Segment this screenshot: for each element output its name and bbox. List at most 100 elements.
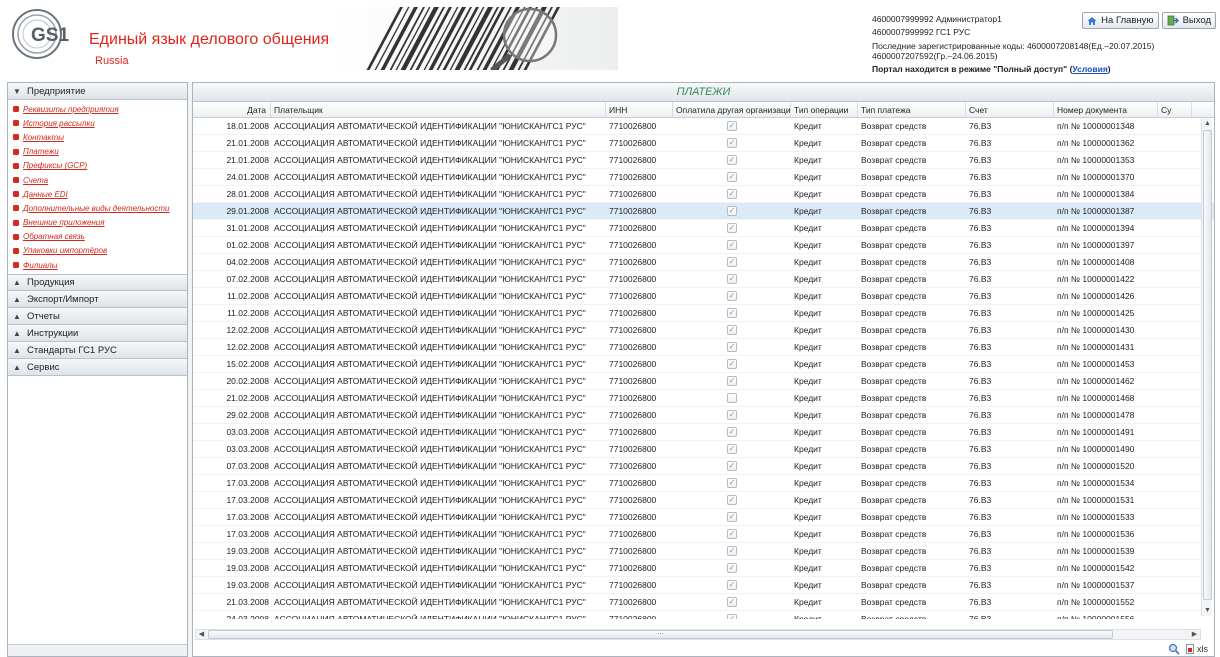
other-org-checkbox[interactable]: ✓ [727, 427, 737, 437]
sidebar-item-importer-packaging[interactable]: Упаковки импортёров [8, 244, 187, 258]
other-org-checkbox[interactable]: ✓ [727, 189, 737, 199]
table-row[interactable]: 17.03.2008 АССОЦИАЦИЯ АВТОМАТИЧЕСКОЙ ИДЕН… [193, 492, 1214, 509]
other-org-checkbox[interactable]: ✓ [727, 223, 737, 233]
other-org-checkbox[interactable]: ✓ [727, 546, 737, 556]
other-org-checkbox[interactable]: ✓ [727, 291, 737, 301]
table-row[interactable]: 24.01.2008 АССОЦИАЦИЯ АВТОМАТИЧЕСКОЙ ИДЕН… [193, 169, 1214, 186]
other-org-checkbox[interactable]: ✓ [727, 444, 737, 454]
column-header-payment-type[interactable]: Тип платежа [858, 102, 966, 117]
sidebar-section-service[interactable]: ▲ Сервис [8, 359, 187, 377]
sidebar-item-requisites[interactable]: Реквизиты предприятия [8, 102, 187, 116]
table-row[interactable]: 07.03.2008 АССОЦИАЦИЯ АВТОМАТИЧЕСКОЙ ИДЕН… [193, 458, 1214, 475]
scrollbar-thumb[interactable]: ⋯ [208, 630, 1113, 639]
table-row[interactable]: 04.02.2008 АССОЦИАЦИЯ АВТОМАТИЧЕСКОЙ ИДЕН… [193, 254, 1214, 271]
column-header-document[interactable]: Номер документа [1054, 102, 1158, 117]
table-row[interactable]: 19.03.2008 АССОЦИАЦИЯ АВТОМАТИЧЕСКОЙ ИДЕН… [193, 577, 1214, 594]
other-org-checkbox[interactable]: ✓ [727, 614, 737, 619]
other-org-checkbox[interactable]: ✓ [727, 342, 737, 352]
sidebar-item-branches[interactable]: Филиалы [8, 258, 187, 272]
table-row[interactable]: 17.03.2008 АССОЦИАЦИЯ АВТОМАТИЧЕСКОЙ ИДЕН… [193, 475, 1214, 492]
table-row[interactable]: 29.02.2008 АССОЦИАЦИЯ АВТОМАТИЧЕСКОЙ ИДЕН… [193, 407, 1214, 424]
search-icon[interactable] [1168, 643, 1180, 655]
other-org-checkbox[interactable]: ✓ [727, 325, 737, 335]
other-org-checkbox[interactable] [727, 393, 737, 403]
export-xls-button[interactable]: xls [1186, 644, 1208, 654]
scroll-up-icon[interactable]: ▲ [1202, 118, 1213, 129]
column-header-inn[interactable]: ИНН [606, 102, 673, 117]
exit-button[interactable]: Выход [1161, 12, 1216, 29]
sidebar-section-export-import[interactable]: ▲ Экспорт/Импорт [8, 291, 187, 309]
sidebar-item-payments[interactable]: Платежи [8, 145, 187, 159]
other-org-checkbox[interactable]: ✓ [727, 240, 737, 250]
conditions-link[interactable]: Условия [1072, 64, 1107, 74]
table-row[interactable]: 03.03.2008 АССОЦИАЦИЯ АВТОМАТИЧЕСКОЙ ИДЕН… [193, 441, 1214, 458]
home-button[interactable]: На Главную [1082, 12, 1159, 29]
column-header-sum[interactable]: Су [1158, 102, 1192, 117]
table-row[interactable]: 20.02.2008 АССОЦИАЦИЯ АВТОМАТИЧЕСКОЙ ИДЕН… [193, 373, 1214, 390]
other-org-checkbox[interactable]: ✓ [727, 580, 737, 590]
sidebar-item-prefixes[interactable]: Префиксы (GCP) [8, 159, 187, 173]
table-row[interactable]: 11.02.2008 АССОЦИАЦИЯ АВТОМАТИЧЕСКОЙ ИДЕН… [193, 305, 1214, 322]
table-row[interactable]: 17.03.2008 АССОЦИАЦИЯ АВТОМАТИЧЕСКОЙ ИДЕН… [193, 526, 1214, 543]
vertical-scrollbar[interactable]: ▲ ▼ [1201, 118, 1212, 616]
table-row[interactable]: 01.02.2008 АССОЦИАЦИЯ АВТОМАТИЧЕСКОЙ ИДЕН… [193, 237, 1214, 254]
column-header-date[interactable]: Дата [193, 102, 271, 117]
scrollbar-thumb[interactable] [1203, 130, 1212, 600]
other-org-checkbox[interactable]: ✓ [727, 529, 737, 539]
table-row[interactable]: 12.02.2008 АССОЦИАЦИЯ АВТОМАТИЧЕСКОЙ ИДЕН… [193, 339, 1214, 356]
table-row[interactable]: 28.01.2008 АССОЦИАЦИЯ АВТОМАТИЧЕСКОЙ ИДЕН… [193, 186, 1214, 203]
sidebar-section-products[interactable]: ▲ Продукция [8, 274, 187, 292]
sidebar-section-reports[interactable]: ▲ Отчеты [8, 308, 187, 326]
other-org-checkbox[interactable]: ✓ [727, 597, 737, 607]
table-row[interactable]: 19.03.2008 АССОЦИАЦИЯ АВТОМАТИЧЕСКОЙ ИДЕН… [193, 543, 1214, 560]
table-row[interactable]: 18.01.2008 АССОЦИАЦИЯ АВТОМАТИЧЕСКОЙ ИДЕН… [193, 118, 1214, 135]
table-row[interactable]: 15.02.2008 АССОЦИАЦИЯ АВТОМАТИЧЕСКОЙ ИДЕН… [193, 356, 1214, 373]
other-org-checkbox[interactable]: ✓ [727, 512, 737, 522]
table-row[interactable]: 21.02.2008 АССОЦИАЦИЯ АВТОМАТИЧЕСКОЙ ИДЕН… [193, 390, 1214, 407]
column-header-operation-type[interactable]: Тип операции [791, 102, 858, 117]
table-row[interactable]: 07.02.2008 АССОЦИАЦИЯ АВТОМАТИЧЕСКОЙ ИДЕН… [193, 271, 1214, 288]
sidebar-item-invoices[interactable]: Счета [8, 173, 187, 187]
sidebar-item-activities[interactable]: Дополнительные виды деятельности [8, 201, 187, 215]
other-org-checkbox[interactable]: ✓ [727, 138, 737, 148]
sidebar-item-edi[interactable]: Данные EDI [8, 187, 187, 201]
other-org-checkbox[interactable]: ✓ [727, 478, 737, 488]
other-org-checkbox[interactable]: ✓ [727, 563, 737, 573]
column-header-account[interactable]: Счет [966, 102, 1054, 117]
other-org-checkbox[interactable]: ✓ [727, 274, 737, 284]
other-org-checkbox[interactable]: ✓ [727, 257, 737, 267]
table-row[interactable]: 24.03.2008 АССОЦИАЦИЯ АВТОМАТИЧЕСКОЙ ИДЕН… [193, 611, 1214, 619]
other-org-checkbox[interactable]: ✓ [727, 410, 737, 420]
table-row[interactable]: 21.01.2008 АССОЦИАЦИЯ АВТОМАТИЧЕСКОЙ ИДЕН… [193, 152, 1214, 169]
table-row[interactable]: 29.01.2008 АССОЦИАЦИЯ АВТОМАТИЧЕСКОЙ ИДЕН… [193, 203, 1214, 220]
table-row[interactable]: 12.02.2008 АССОЦИАЦИЯ АВТОМАТИЧЕСКОЙ ИДЕН… [193, 322, 1214, 339]
table-row[interactable]: 21.01.2008 АССОЦИАЦИЯ АВТОМАТИЧЕСКОЙ ИДЕН… [193, 135, 1214, 152]
sidebar-section-standards[interactable]: ▲ Стандарты ГС1 РУС [8, 342, 187, 360]
sidebar-item-feedback[interactable]: Обратная связь [8, 230, 187, 244]
other-org-checkbox[interactable]: ✓ [727, 495, 737, 505]
sidebar-item-external-apps[interactable]: Внешние приложения [8, 216, 187, 230]
other-org-checkbox[interactable]: ✓ [727, 308, 737, 318]
other-org-checkbox[interactable]: ✓ [727, 155, 737, 165]
horizontal-scrollbar[interactable]: ◀ ⋯ ▶ [195, 629, 1201, 640]
scroll-left-icon[interactable]: ◀ [196, 630, 207, 639]
sidebar-section-instructions[interactable]: ▲ Инструкции [8, 325, 187, 343]
sidebar-section-enterprise[interactable]: ▼ Предприятие [8, 83, 187, 100]
other-org-checkbox[interactable]: ✓ [727, 359, 737, 369]
sidebar-scrollbar[interactable] [8, 644, 187, 656]
column-header-other-org[interactable]: Оплатила другая организация [673, 102, 791, 117]
table-row[interactable]: 03.03.2008 АССОЦИАЦИЯ АВТОМАТИЧЕСКОЙ ИДЕН… [193, 424, 1214, 441]
scroll-right-icon[interactable]: ▶ [1189, 630, 1200, 639]
other-org-checkbox[interactable]: ✓ [727, 461, 737, 471]
table-row[interactable]: 11.02.2008 АССОЦИАЦИЯ АВТОМАТИЧЕСКОЙ ИДЕН… [193, 288, 1214, 305]
table-row[interactable]: 31.01.2008 АССОЦИАЦИЯ АВТОМАТИЧЕСКОЙ ИДЕН… [193, 220, 1214, 237]
sidebar-item-contacts[interactable]: Контакты [8, 130, 187, 144]
table-row[interactable]: 17.03.2008 АССОЦИАЦИЯ АВТОМАТИЧЕСКОЙ ИДЕН… [193, 509, 1214, 526]
other-org-checkbox[interactable]: ✓ [727, 376, 737, 386]
other-org-checkbox[interactable]: ✓ [727, 206, 737, 216]
table-row[interactable]: 19.03.2008 АССОЦИАЦИЯ АВТОМАТИЧЕСКОЙ ИДЕН… [193, 560, 1214, 577]
other-org-checkbox[interactable]: ✓ [727, 172, 737, 182]
other-org-checkbox[interactable]: ✓ [727, 121, 737, 131]
column-header-payer[interactable]: Плательщик [271, 102, 606, 117]
table-row[interactable]: 21.03.2008 АССОЦИАЦИЯ АВТОМАТИЧЕСКОЙ ИДЕН… [193, 594, 1214, 611]
